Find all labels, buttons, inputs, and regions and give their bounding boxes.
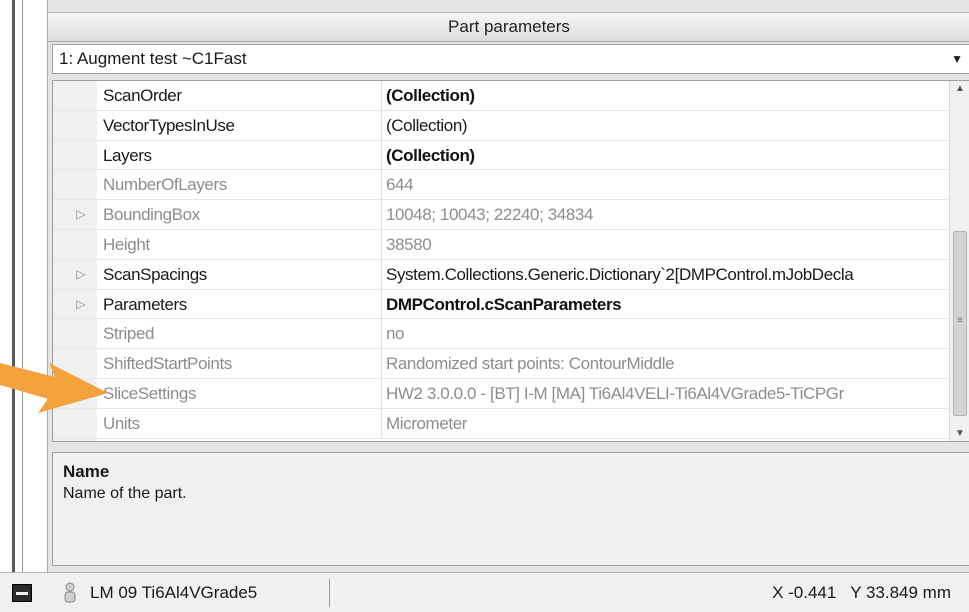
description-title: Name bbox=[63, 462, 110, 481]
property-row[interactable]: NumberOfLayers 644 bbox=[53, 170, 949, 201]
part-selector-value: 1: Augment test ~C1Fast bbox=[59, 49, 247, 68]
status-separator bbox=[329, 579, 333, 607]
property-row[interactable]: ScanOrder (Collection) bbox=[53, 81, 949, 111]
property-row[interactable]: ▷ BoundingBox 10048; 10043; 22240; 34834 bbox=[53, 200, 949, 230]
column-divider[interactable] bbox=[381, 140, 382, 170]
property-name: ScanOrder bbox=[103, 86, 182, 105]
property-row[interactable]: SliceSettings HW2 3.0.0.0 - [BT] I-M [MA]… bbox=[53, 379, 949, 409]
description-pane: Name Name of the part. bbox=[52, 452, 969, 566]
dropdown-arrow-icon[interactable]: ▼ bbox=[951, 45, 963, 73]
machine-icon bbox=[64, 582, 76, 603]
part-parameters-panel: Part parameters 1: Augment test ~C1Fast … bbox=[47, 0, 969, 572]
property-row[interactable]: Units Micrometer bbox=[53, 408, 949, 439]
part-selector[interactable]: 1: Augment test ~C1Fast ▼ bbox=[52, 44, 969, 74]
description-text: Name of the part. bbox=[63, 485, 187, 502]
column-divider[interactable] bbox=[381, 110, 382, 140]
property-name: ShiftedStartPoints bbox=[103, 354, 232, 374]
property-row[interactable]: VectorTypesInUse (Collection) bbox=[53, 110, 949, 141]
property-value: 10048; 10043; 22240; 34834 bbox=[386, 205, 594, 225]
scroll-grip-icon: ≡ bbox=[957, 315, 963, 326]
left-gutter bbox=[0, 0, 47, 572]
property-name: Parameters bbox=[103, 294, 187, 314]
property-row[interactable]: Height 38580 bbox=[53, 230, 949, 260]
column-divider[interactable] bbox=[381, 230, 382, 259]
cursor-coordinates: X -0.441 Y 33.849 mm bbox=[772, 583, 951, 602]
splitter-line[interactable] bbox=[12, 0, 15, 572]
column-divider[interactable] bbox=[381, 319, 382, 349]
property-name: Units bbox=[103, 413, 140, 433]
property-name: Height bbox=[103, 235, 150, 254]
property-name: NumberOfLayers bbox=[103, 175, 227, 195]
property-value: 644 bbox=[386, 175, 414, 195]
panel-title: Part parameters bbox=[48, 12, 969, 42]
status-bar: LM 09 Ti6Al4VGrade5 X -0.441 Y 33.849 mm bbox=[0, 572, 969, 612]
property-name: BoundingBox bbox=[103, 205, 200, 225]
property-value: no bbox=[386, 324, 405, 344]
panel-toggle-bar bbox=[16, 592, 28, 595]
column-divider[interactable] bbox=[381, 289, 382, 319]
property-value: Randomized start points: ContourMiddle bbox=[386, 354, 675, 374]
property-row[interactable]: ▷ ScanSpacings System.Collections.Generic.… bbox=[53, 259, 949, 290]
property-row[interactable]: ▷ Parameters DMPControl.cScanParameters bbox=[53, 289, 949, 320]
column-divider[interactable] bbox=[381, 200, 382, 230]
scroll-up-icon[interactable]: ▲ bbox=[950, 83, 969, 94]
property-name: SliceSettings bbox=[103, 384, 197, 403]
property-name: Layers bbox=[103, 145, 152, 165]
property-value: HW2 3.0.0.0 - [BT] I-M [MA] Ti6Al4VELI-T… bbox=[386, 384, 844, 403]
property-value[interactable]: (Collection) bbox=[386, 81, 949, 110]
property-row[interactable]: Layers (Collection) bbox=[53, 140, 949, 171]
expand-icon[interactable]: ▷ bbox=[73, 200, 89, 229]
splitter-edge bbox=[22, 0, 23, 572]
scroll-down-icon[interactable]: ▼ bbox=[950, 428, 969, 439]
property-name: ScanSpacings bbox=[103, 264, 207, 284]
machine-label: LM 09 Ti6Al4VGrade5 bbox=[90, 583, 258, 602]
property-value[interactable]: DMPControl.cScanParameters bbox=[386, 290, 949, 319]
column-divider[interactable] bbox=[381, 170, 382, 200]
property-name: VectorTypesInUse bbox=[103, 115, 235, 135]
column-divider[interactable] bbox=[381, 379, 382, 408]
vertical-scrollbar[interactable]: ▲ ≡ ▼ bbox=[949, 81, 969, 441]
expand-icon[interactable]: ▷ bbox=[73, 260, 89, 289]
property-row[interactable]: Striped no bbox=[53, 319, 949, 350]
column-divider[interactable] bbox=[381, 349, 382, 379]
property-value[interactable]: (Collection) bbox=[386, 141, 949, 170]
annotation-arrow-icon bbox=[0, 363, 108, 413]
column-divider[interactable] bbox=[381, 259, 382, 289]
column-divider[interactable] bbox=[381, 408, 382, 438]
scroll-thumb[interactable]: ≡ bbox=[953, 231, 967, 416]
property-value: 38580 bbox=[386, 235, 432, 254]
property-value[interactable]: System.Collections.Generic.Dictionary`2[… bbox=[386, 260, 949, 289]
property-value[interactable]: (Collection) bbox=[386, 111, 949, 140]
property-grid: ScanOrder (Collection) VectorTypesInUse (Co… bbox=[52, 80, 969, 442]
panel-toggle-icon[interactable] bbox=[12, 584, 32, 602]
property-row[interactable]: ShiftedStartPoints Randomized start poin… bbox=[53, 349, 949, 379]
column-divider[interactable] bbox=[381, 81, 382, 110]
expand-icon[interactable]: ▷ bbox=[73, 290, 89, 319]
property-value: Micrometer bbox=[386, 413, 468, 433]
property-name: Striped bbox=[103, 324, 155, 344]
